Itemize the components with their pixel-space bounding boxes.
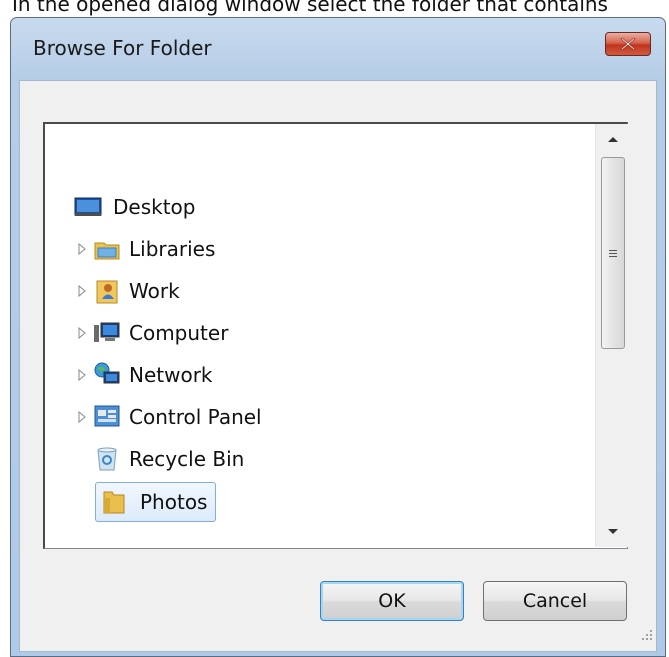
recycle-bin-icon — [97, 447, 117, 471]
user-folder-icon — [96, 280, 118, 304]
folder-icon — [103, 491, 125, 514]
chevron-up-icon — [607, 137, 618, 142]
expand-arrow-icon — [78, 242, 86, 256]
expand-arrow-icon — [78, 368, 86, 382]
tree-item-work[interactable]: Work — [75, 273, 180, 309]
tree-item-recycle-bin[interactable]: Recycle Bin — [93, 441, 244, 477]
tree-item-libraries[interactable]: Libraries — [75, 231, 215, 267]
control-panel-icon — [94, 405, 120, 427]
close-icon — [620, 37, 636, 51]
tree-item-control-panel[interactable]: Control Panel — [75, 399, 262, 435]
vertical-scrollbar[interactable] — [595, 124, 629, 547]
scrollbar-thumb[interactable] — [601, 157, 625, 349]
tree-item-label: Desktop — [113, 195, 196, 219]
tree-item-label: Libraries — [129, 237, 216, 261]
expand-arrow-icon — [78, 284, 86, 298]
ok-button[interactable]: OK — [320, 581, 464, 621]
expand-arrow-icon — [78, 326, 86, 340]
tree-item-desktop[interactable]: Desktop — [71, 189, 195, 225]
tree-item-label: Computer — [129, 321, 229, 345]
tree-item-label: Photos — [140, 490, 208, 514]
tree-item-photos[interactable]: Photos — [95, 482, 217, 522]
expand-arrow-icon — [78, 410, 86, 424]
tree-item-network[interactable]: Network — [75, 357, 213, 393]
computer-icon — [94, 322, 120, 342]
tree-item-label: Work — [129, 279, 180, 303]
libraries-icon — [94, 242, 120, 260]
tree-item-label: Network — [129, 363, 213, 387]
title-bar[interactable]: Browse For Folder — [11, 18, 665, 80]
tree-item-label: Recycle Bin — [129, 447, 245, 471]
scroll-up-button[interactable] — [596, 124, 629, 154]
tree-item-label: Control Panel — [129, 405, 262, 429]
scroll-down-button[interactable] — [596, 517, 629, 547]
grip-lines-icon — [609, 250, 617, 257]
chevron-down-icon — [607, 529, 618, 534]
tree-item-computer[interactable]: Computer — [75, 315, 228, 351]
tree-rows: Desktop Libraries Work Computer Network … — [45, 124, 629, 547]
network-icon — [94, 362, 120, 384]
close-button[interactable] — [605, 32, 651, 56]
desktop-icon — [74, 197, 102, 216]
dialog-title: Browse For Folder — [33, 36, 212, 60]
resize-grip-icon[interactable] — [640, 628, 654, 642]
instruction-caption: In the opened dialog window select the f… — [12, 0, 608, 16]
cancel-button[interactable]: Cancel — [483, 581, 627, 621]
